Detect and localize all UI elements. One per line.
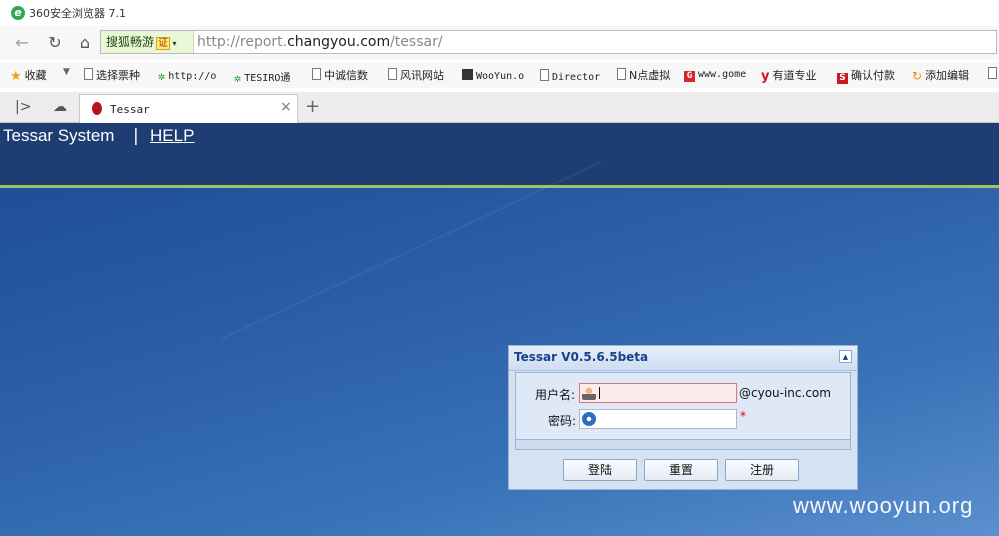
bookmark-item[interactable]: WooYun.o xyxy=(462,69,524,82)
page-icon xyxy=(388,68,397,80)
gome-icon: G xyxy=(684,71,695,82)
page-icon xyxy=(312,68,321,80)
bookmark-favorites[interactable]: ★ 收藏 xyxy=(10,67,47,84)
back-arrow-icon[interactable]: ← xyxy=(11,33,33,53)
bookmark-label: Director xyxy=(552,72,601,83)
bookmark-label: 添加编辑 xyxy=(925,69,970,82)
panel-title: Tessar V0.5.6.5beta xyxy=(514,350,649,364)
search-engine-label: 搜狐畅游 xyxy=(106,35,155,49)
user-icon xyxy=(582,386,596,400)
url-prefix: http://report. xyxy=(197,34,288,50)
username-label: 用户名: xyxy=(535,388,576,402)
url-suffix: /tessar/ xyxy=(390,34,443,50)
bookmark-label: 选择票种 xyxy=(96,69,140,82)
bookmark-item[interactable]: Gwww.gome xyxy=(684,69,746,82)
gear-icon: ✲ xyxy=(158,69,166,83)
refresh-icon: ↻ xyxy=(912,69,923,83)
bookmark-label: 中诚信数 xyxy=(324,69,368,82)
bookmark-label: TESIRO通 xyxy=(244,73,291,84)
title-bar: e 360安全浏览器 7.1 xyxy=(0,0,999,26)
bookmark-label: http://o xyxy=(168,71,217,82)
panel-header: Tessar V0.5.6.5beta ▲ xyxy=(509,346,857,371)
text-caret xyxy=(599,387,600,399)
tab-tessar[interactable]: Tessar × xyxy=(79,94,298,123)
reset-button[interactable]: 重置 xyxy=(644,459,718,481)
tab-title: Tessar xyxy=(110,103,150,116)
bug-icon xyxy=(92,102,102,115)
bookmark-item[interactable]: S 确认付款 xyxy=(837,67,895,84)
key-icon xyxy=(582,412,596,426)
register-button[interactable]: 注册 xyxy=(725,459,799,481)
new-tab-button[interactable]: + xyxy=(305,96,320,117)
login-button[interactable]: 登陆 xyxy=(563,459,637,481)
gear-icon: ✲ xyxy=(234,71,242,85)
url-text[interactable]: http://report.changyou.com/tessar/ xyxy=(197,34,443,50)
page-icon xyxy=(84,68,93,80)
cert-badge[interactable]: 证 xyxy=(156,37,171,50)
bookmark-item[interactable]: N点虚拟 xyxy=(617,67,670,83)
address-bar[interactable]: 搜狐畅游证 ▾ http://report.changyou.com/tessa… xyxy=(100,30,997,54)
collapse-icon[interactable]: ▲ xyxy=(839,350,852,363)
bookmark-overflow[interactable] xyxy=(988,67,999,81)
help-link[interactable]: HELP xyxy=(150,126,194,146)
password-input[interactable] xyxy=(579,409,737,429)
star-icon: ★ xyxy=(10,69,22,84)
browser-logo-icon: e xyxy=(11,6,25,20)
bookmark-label: 收藏 xyxy=(24,69,47,82)
bookmarks-bar: ★ 收藏 ▼ 选择票种 ✲ http://o ✲ TESIRO通 中诚信数 风讯网站 … xyxy=(0,62,999,88)
form-footer-strip xyxy=(515,440,851,450)
page-icon xyxy=(540,69,549,81)
header-separator: | xyxy=(133,126,139,146)
bookmark-label: 确认付款 xyxy=(851,69,895,82)
chevron-down-icon: ▾ xyxy=(170,39,177,48)
bookmark-item[interactable]: ↻ 添加编辑 xyxy=(912,67,969,83)
bookmark-item[interactable]: 中诚信数 xyxy=(312,67,368,83)
s-icon: S xyxy=(837,73,848,84)
refresh-icon[interactable]: ↻ xyxy=(44,33,66,53)
bookmark-item[interactable]: 选择票种 xyxy=(84,67,140,83)
bookmark-item[interactable]: ✲ TESIRO通 xyxy=(234,69,291,85)
wooyun-icon xyxy=(462,69,473,80)
bookmark-label: 风讯网站 xyxy=(400,69,444,82)
bookmark-label: WooYun.o xyxy=(476,71,525,82)
bookmark-label: www.gome xyxy=(698,69,747,80)
url-domain: changyou.com xyxy=(287,34,391,50)
password-label: 密码: xyxy=(548,414,577,428)
page-title: Tessar System xyxy=(3,126,115,145)
page-icon xyxy=(617,68,626,80)
close-icon[interactable]: × xyxy=(280,99,292,115)
page-header: Tessar System | HELP xyxy=(0,123,999,185)
watermark: www.wooyun.org xyxy=(793,493,974,518)
bookmark-label: 有道专业 xyxy=(772,69,817,82)
bookmark-item[interactable]: ✲ http://o xyxy=(158,69,217,83)
bookmark-item[interactable]: Director xyxy=(540,69,600,83)
page-icon xyxy=(988,67,997,79)
required-marker: * xyxy=(740,409,746,423)
email-domain-suffix: @cyou-inc.com xyxy=(739,386,831,400)
bookmark-item[interactable]: 风讯网站 xyxy=(388,67,444,83)
chevron-down-icon[interactable]: ▼ xyxy=(63,67,70,77)
bookmark-item[interactable]: y 有道专业 xyxy=(761,67,817,84)
username-input[interactable] xyxy=(579,383,737,403)
bookmark-label: N点虚拟 xyxy=(629,69,671,82)
sidebar-toggle-icon[interactable]: |> xyxy=(15,99,31,115)
window-title: 360安全浏览器 7.1 xyxy=(29,7,126,20)
search-engine-selector[interactable]: 搜狐畅游证 ▾ xyxy=(101,31,194,53)
home-icon[interactable]: ⌂ xyxy=(74,33,96,53)
youdao-icon: y xyxy=(761,69,770,84)
cloud-icon[interactable]: ☁ xyxy=(53,99,67,115)
tab-strip: |> ☁ Tessar × + xyxy=(0,92,999,123)
